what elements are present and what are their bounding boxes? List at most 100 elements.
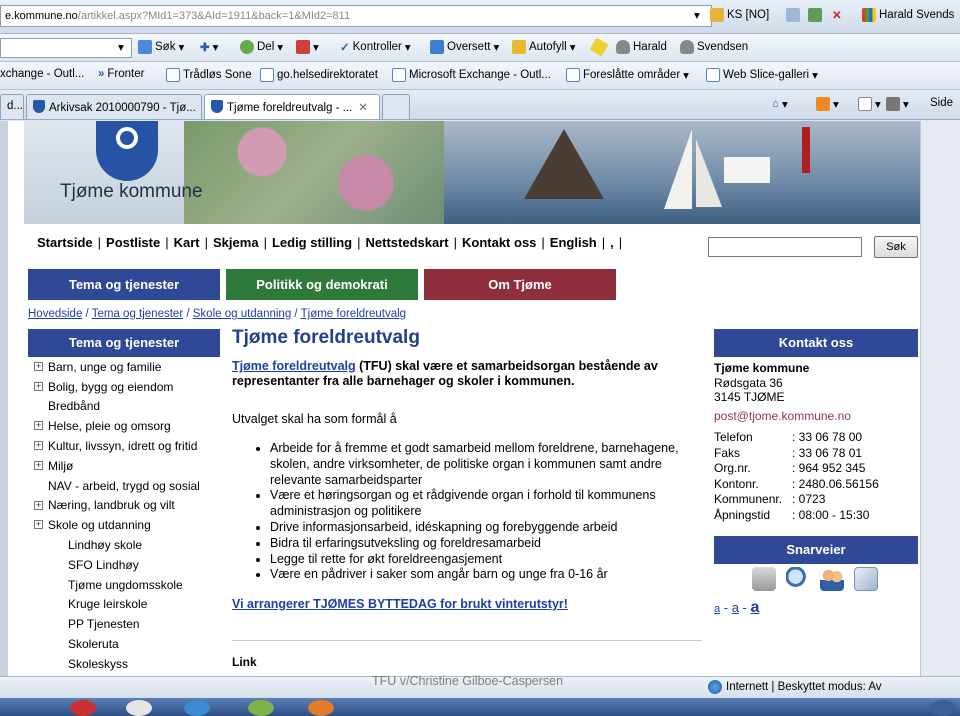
byttedag-link[interactable]: Vi arrangerer TJØMES BYTTEDAG for brukt … xyxy=(232,597,568,611)
taskbar-app-icon[interactable] xyxy=(70,700,96,716)
breadcrumb-link[interactable]: Tema og tjenester xyxy=(92,308,183,320)
expand-icon[interactable]: + xyxy=(34,520,43,530)
left-menu-item[interactable]: NAV - arbeid, trygd og sosial xyxy=(28,476,220,496)
rss-icon[interactable]: ▾ xyxy=(816,97,839,111)
nav-postliste[interactable]: Postliste xyxy=(101,235,165,250)
favorite-item[interactable]: xchange - Outl... xyxy=(0,68,84,80)
user2-button[interactable]: Svendsen xyxy=(680,40,748,54)
nav-ledig-stilling[interactable]: Ledig stilling xyxy=(267,235,357,250)
contact-postal: 3145 TJØME xyxy=(714,390,785,405)
main-tab-tema[interactable]: Tema og tjenester xyxy=(28,269,220,300)
left-menu-item[interactable]: Skoleruta xyxy=(28,634,220,654)
nav-kontakt-oss[interactable]: Kontakt oss xyxy=(457,235,541,250)
brand-name[interactable]: Tjøme kommune xyxy=(60,181,203,203)
left-menu-item[interactable]: Lindhøy skole xyxy=(28,535,220,555)
contact-email-link[interactable]: post@tjome.kommune.no xyxy=(714,409,851,423)
font-large-link[interactable]: a xyxy=(750,599,759,616)
translate-button[interactable]: Oversett ▾ xyxy=(430,40,499,54)
left-menu-item[interactable]: PP Tjenesten xyxy=(28,614,220,634)
nav-startside[interactable]: Startside xyxy=(32,235,98,250)
favorite-item[interactable]: go.helsedirektoratet xyxy=(260,68,378,82)
expand-icon[interactable]: + xyxy=(34,381,43,391)
address-dropdown-icon[interactable]: ▾ xyxy=(694,8,700,22)
left-menu-item[interactable]: Skoleskyss xyxy=(28,654,220,674)
bookmark-button[interactable]: ▾ xyxy=(296,40,319,54)
search-button[interactable]: Søk ▾ xyxy=(138,40,184,54)
expand-icon[interactable]: + xyxy=(34,500,43,510)
check-button[interactable]: ✓ Kontroller ▾ xyxy=(340,40,411,54)
refresh-icon[interactable] xyxy=(808,8,822,22)
magnifier-icon[interactable] xyxy=(786,567,810,591)
page-menu[interactable]: Side xyxy=(930,97,953,109)
expand-icon[interactable]: + xyxy=(34,441,43,451)
favorite-item[interactable]: Foreslåtte områder ▾ xyxy=(566,68,689,82)
compat-icon[interactable] xyxy=(786,8,800,22)
favorite-item[interactable]: Web Slice-galleri ▾ xyxy=(706,68,818,82)
left-menu-item[interactable]: SFO Lindhøy xyxy=(28,555,220,575)
envelope-icon[interactable] xyxy=(854,567,878,591)
taskbar-app-icon[interactable] xyxy=(308,700,334,716)
left-menu-item[interactable]: + Barn, unge og familie xyxy=(28,357,220,377)
nav-skjema[interactable]: Skjema xyxy=(208,235,264,250)
nav-nettstedskart[interactable]: Nettstedskart xyxy=(361,235,454,250)
search-dropdown-icon[interactable]: ▾ xyxy=(118,40,124,54)
breadcrumb-link[interactable]: Skole og utdanning xyxy=(193,308,291,320)
left-menu-item[interactable]: + Kultur, livssyn, idrett og fritid xyxy=(28,436,220,456)
favorite-item[interactable]: Trådløs Sone xyxy=(166,68,252,82)
browser-icon[interactable] xyxy=(184,700,210,716)
left-menu-item[interactable]: Bredbånd xyxy=(28,397,220,417)
taskbar-app-icon[interactable] xyxy=(248,700,274,716)
scrollbar[interactable] xyxy=(920,121,960,676)
nav-comma[interactable]: , xyxy=(605,235,619,250)
mail-icon[interactable]: ▾ xyxy=(858,97,881,111)
nav-english[interactable]: English xyxy=(545,235,602,250)
print-icon[interactable]: ▾ xyxy=(886,97,909,111)
main-tab-politikk[interactable]: Politikk og demokrati xyxy=(226,269,418,300)
address-field[interactable]: e.kommune.no/artikkel.aspx?MId1=373&AId=… xyxy=(0,5,712,27)
left-menu-item[interactable]: + Næring, landbruk og vilt xyxy=(28,496,220,516)
expand-icon[interactable]: + xyxy=(34,421,43,431)
breadcrumb-link[interactable]: Hovedside xyxy=(28,308,82,320)
clock-icon[interactable] xyxy=(126,700,152,716)
tab-item[interactable]: d... xyxy=(0,94,24,119)
left-menu-label: Skole og utdanning xyxy=(48,518,151,533)
tab-label: Arkivsak 2010000790 - Tjø... xyxy=(49,102,196,114)
share-button[interactable]: Del ▾ xyxy=(240,40,283,54)
security-zone[interactable]: Internett | Beskyttet modus: Av xyxy=(708,680,882,694)
left-menu-item[interactable]: + Skole og utdanning xyxy=(28,515,220,535)
stop-icon[interactable]: ✕ xyxy=(832,8,842,22)
site-search-input[interactable] xyxy=(708,237,862,257)
banner-lighthouse-image xyxy=(802,127,810,173)
close-tab-icon[interactable]: ✕ xyxy=(358,102,368,114)
expand-icon[interactable]: + xyxy=(34,460,43,470)
plus-icon[interactable]: ✚ ▾ xyxy=(200,40,218,54)
left-menu-item[interactable]: + Helse, pleie og omsorg xyxy=(28,416,220,436)
highlight-icon[interactable] xyxy=(589,37,609,57)
taskbar-app-icon[interactable] xyxy=(930,700,956,716)
favorite-item[interactable]: Microsoft Exchange - Outl... xyxy=(392,68,551,82)
printer-icon[interactable] xyxy=(752,567,776,591)
intro-link[interactable]: Tjøme foreldreutvalg xyxy=(232,359,356,373)
nav-kart[interactable]: Kart xyxy=(169,235,205,250)
new-tab-button[interactable] xyxy=(382,94,410,119)
left-menu-item[interactable]: Kruge leirskole xyxy=(28,595,220,615)
home-icon[interactable]: ⌂ ▾ xyxy=(772,97,788,111)
user-tab[interactable]: Harald Svends xyxy=(862,8,954,22)
user1-button[interactable]: Harald xyxy=(616,40,667,54)
left-menu-item[interactable]: + Bolig, bygg og eiendom xyxy=(28,377,220,397)
left-menu-item[interactable]: + Miljø xyxy=(28,456,220,476)
search-input[interactable] xyxy=(0,38,132,58)
tab-active[interactable]: Tjøme foreldreutvalg - ... ✕ xyxy=(204,94,380,119)
favorite-item[interactable]: » Fronter xyxy=(98,68,144,80)
main-tab-om-tjome[interactable]: Om Tjøme xyxy=(424,269,616,300)
security-badge[interactable]: KS [NO] xyxy=(710,8,769,22)
expand-icon[interactable]: + xyxy=(34,362,43,371)
tab-item[interactable]: Arkivsak 2010000790 - Tjø... xyxy=(26,94,202,119)
breadcrumb-link[interactable]: Tjøme foreldreutvalg xyxy=(301,308,406,320)
font-medium-link[interactable]: a xyxy=(732,600,739,615)
tab-label: d... xyxy=(7,100,23,112)
autofill-button[interactable]: Autofyll ▾ xyxy=(512,40,576,54)
people-icon[interactable] xyxy=(820,567,844,591)
site-search-button[interactable]: Søk xyxy=(874,236,918,258)
left-menu-item[interactable]: Tjøme ungdomsskole xyxy=(28,575,220,595)
